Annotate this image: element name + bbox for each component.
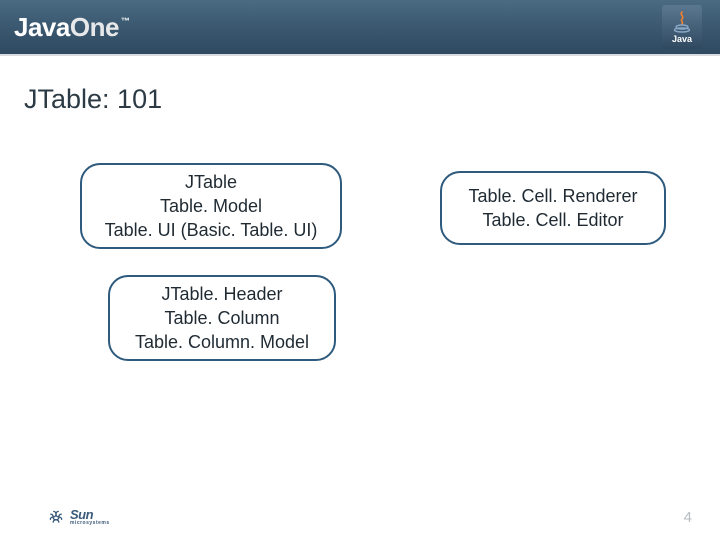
- box-line: Table. Cell. Renderer: [468, 184, 637, 208]
- slide-title: JTable: 101: [24, 84, 720, 115]
- java-cup-icon: Java: [662, 5, 702, 49]
- java-cup-label: Java: [672, 34, 692, 44]
- box-line: JTable: [185, 170, 237, 194]
- box-table-header: JTable. Header Table. Column Table. Colu…: [108, 275, 336, 361]
- logo-tm: ™: [121, 16, 130, 26]
- box-line: Table. Column: [164, 306, 279, 330]
- box-line: Table. UI (Basic. Table. UI): [105, 218, 318, 242]
- box-line: JTable. Header: [161, 282, 282, 306]
- box-cell-renderer: Table. Cell. Renderer Table. Cell. Edito…: [440, 171, 666, 245]
- header-bar: JavaOne™ Java: [0, 0, 720, 56]
- sun-glyph-icon: [46, 507, 66, 527]
- page-number: 4: [684, 509, 692, 526]
- box-line: Table. Column. Model: [135, 330, 309, 354]
- box-line: Table. Cell. Editor: [482, 208, 623, 232]
- logo-one: One: [70, 12, 119, 43]
- slide-content: JTable Table. Model Table. UI (Basic. Ta…: [0, 115, 720, 475]
- javaone-logo: JavaOne™: [14, 12, 130, 43]
- footer: Sun microsystems 4: [0, 494, 720, 540]
- sun-logo: Sun microsystems: [46, 507, 110, 527]
- box-line: Table. Model: [160, 194, 262, 218]
- box-jtable-core: JTable Table. Model Table. UI (Basic. Ta…: [80, 163, 342, 249]
- logo-java: Java: [14, 12, 70, 43]
- sun-text-bot: microsystems: [70, 521, 110, 526]
